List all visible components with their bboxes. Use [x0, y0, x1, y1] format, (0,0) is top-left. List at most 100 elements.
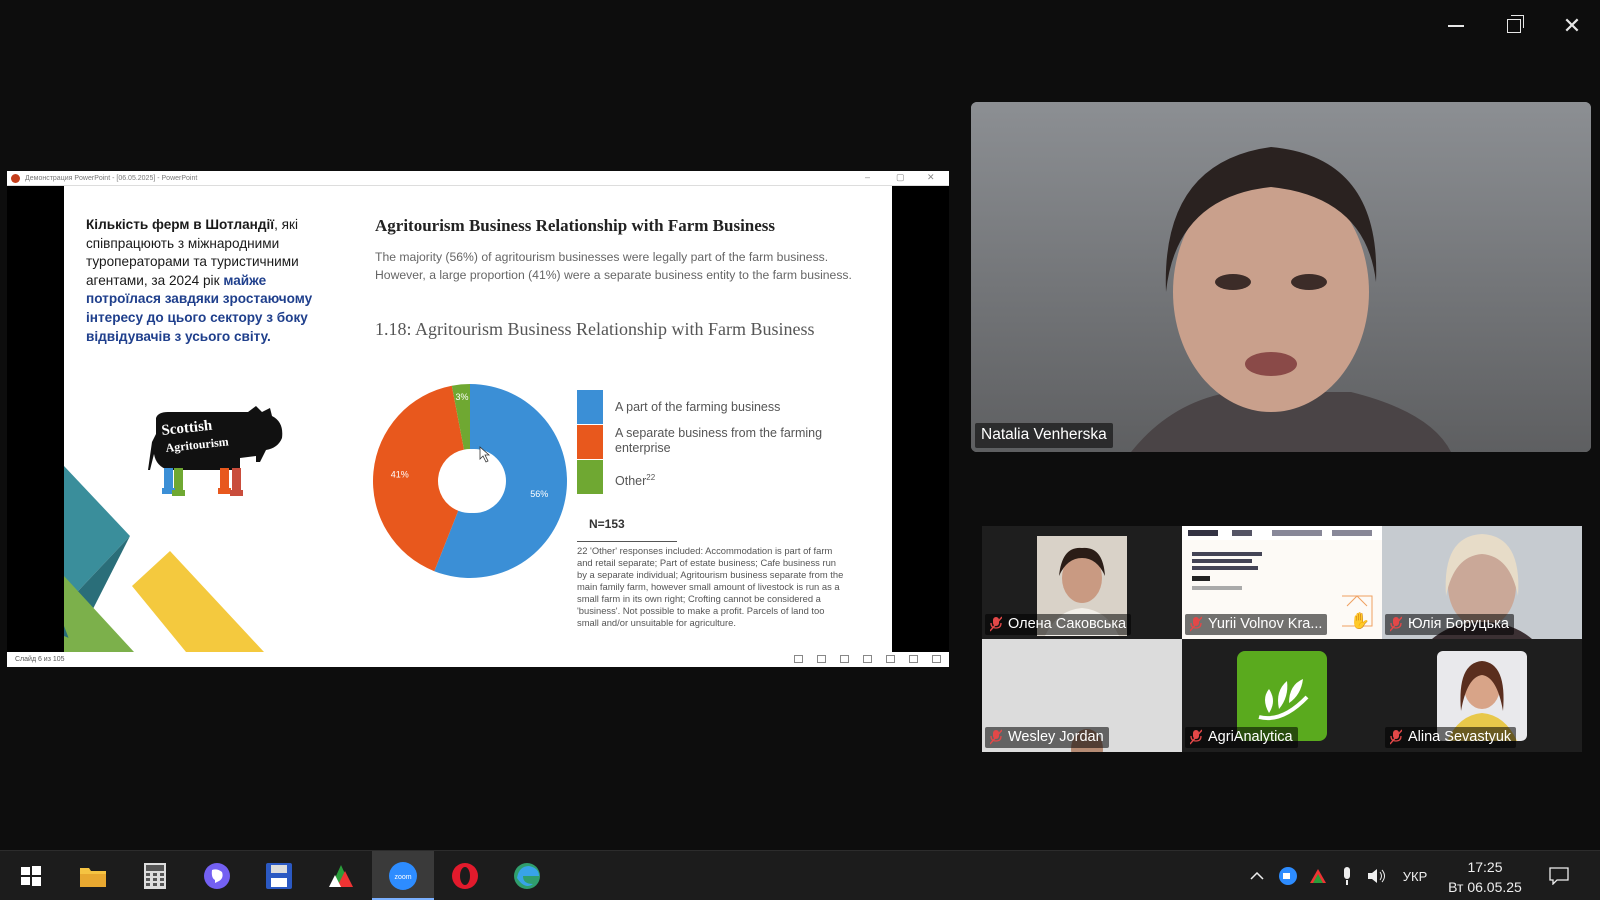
opera-icon [452, 863, 478, 889]
participant-tile[interactable]: Юлія Боруцька [1382, 526, 1582, 639]
powerpoint-icon [11, 173, 20, 183]
clock-time: 17:25 [1467, 859, 1503, 875]
close-button[interactable]: ✕ [1552, 12, 1592, 40]
donut-slice-label: 3% [456, 392, 469, 402]
participant-name: Yurii Volnov Kra... [1208, 616, 1323, 632]
edge-icon [514, 863, 540, 889]
active-speaker-video[interactable]: Natalia Venherska [971, 102, 1591, 452]
view-buttons [794, 655, 941, 663]
scottish-agritourism-logo: Scottish Agritourism [148, 406, 283, 496]
donut-slice-label: 41% [391, 469, 409, 479]
legend-swatch [577, 425, 603, 459]
ukrainian-text: Кількість ферм в Шотландії, які співпрац… [86, 216, 316, 346]
view-button[interactable] [886, 655, 895, 663]
presentation-slide: Кількість ферм в Шотландії, які співпрац… [64, 186, 892, 652]
slide-body-text: The majority (56%) of agritourism busine… [375, 250, 852, 282]
speaker-silhouette [1131, 147, 1451, 452]
opera-button[interactable] [434, 851, 496, 900]
legend-label: A separate business from the farming ent… [615, 426, 823, 455]
zoom-icon: zoom [389, 862, 417, 890]
tray-app-icon[interactable] [1306, 851, 1330, 900]
windows-taskbar: zoom УКР 17:25 Вт 06.05.25 [0, 850, 1600, 900]
view-button[interactable] [932, 655, 941, 663]
floppy-disk-icon [266, 863, 292, 889]
zoom-tray-icon[interactable] [1276, 851, 1300, 900]
slide-title: Agritourism Business Relationship with F… [375, 216, 776, 235]
windows-logo-icon [21, 866, 41, 886]
zoom-icon-label: zoom [394, 874, 411, 881]
restore-button[interactable] [1494, 12, 1534, 40]
participant-name-tag: AgriAnalytica [1185, 727, 1298, 748]
viber-icon [204, 863, 230, 889]
participant-tile[interactable]: Alina Sevastyuk [1382, 639, 1582, 752]
calculator-icon [144, 863, 166, 889]
view-button[interactable] [840, 655, 849, 663]
view-button[interactable] [794, 655, 803, 663]
start-button[interactable] [0, 851, 62, 900]
footnote: 22 'Other' responses included: Accommoda… [577, 545, 844, 628]
chart-legend: A part of the farming business A separat… [577, 390, 837, 495]
zoom-tray-badge-icon [1279, 867, 1297, 885]
taskbar-clock[interactable]: 17:25 Вт 06.05.25 [1440, 857, 1530, 897]
footnote-divider [577, 541, 677, 542]
muted-mic-icon [1190, 616, 1202, 632]
legend-label-text: Other [615, 474, 647, 489]
microphone-icon [1344, 867, 1350, 885]
muted-mic-icon [990, 616, 1002, 632]
file-explorer-button[interactable] [62, 851, 124, 900]
shared-screen[interactable]: Демонстрация PowerPoint - [06.05.2025] -… [7, 171, 949, 667]
participant-gallery: Олена Саковська Yurii Volnov Kra... ✋ Юл… [982, 526, 1582, 752]
raise-hand-icon: ✋ [1350, 613, 1370, 630]
chevron-up-icon [1250, 872, 1264, 880]
viber-button[interactable] [186, 851, 248, 900]
participant-name-tag: Yurii Volnov Kra... [1185, 614, 1328, 635]
participant-name: Alina Sevastyuk [1408, 729, 1512, 745]
calculator-button[interactable] [124, 851, 186, 900]
legend-item: Other22 [577, 460, 837, 495]
participant-tile[interactable]: Олена Саковська [982, 526, 1182, 639]
notification-icon [1549, 867, 1569, 885]
participant-name-tag: Alina Sevastyuk [1385, 727, 1517, 748]
participant-name-tag: Wesley Jordan [985, 727, 1109, 748]
participant-tile[interactable]: Wesley Jordan [982, 639, 1182, 752]
muted-mic-icon [1190, 729, 1202, 745]
input-language[interactable]: УКР [1396, 851, 1434, 900]
speaker-name-tag: Natalia Venherska [975, 423, 1113, 448]
participant-tile[interactable]: AgriAnalytica [1182, 639, 1382, 752]
participant-name: AgriAnalytica [1208, 729, 1293, 745]
clock-date: Вт 06.05.25 [1448, 879, 1522, 895]
tray-triangle-icon [1310, 869, 1326, 883]
legend-item: A separate business from the farming ent… [577, 425, 837, 460]
donut-slice-label: 56% [530, 489, 548, 499]
pp-minimize-icon[interactable]: – [865, 172, 870, 182]
muted-mic-icon [1390, 616, 1402, 632]
edge-button[interactable] [496, 851, 558, 900]
folder-icon [80, 868, 106, 887]
legend-label: A part of the farming business [615, 400, 781, 414]
volume-tray-icon[interactable] [1364, 851, 1390, 900]
participant-name-tag: Юлія Боруцька [1385, 614, 1514, 635]
legend-label: Other22 [615, 470, 835, 489]
participant-tile[interactable]: Yurii Volnov Kra... ✋ [1182, 526, 1382, 639]
participant-name: Олена Саковська [1008, 616, 1127, 632]
view-button[interactable] [817, 655, 826, 663]
notifications-button[interactable] [1542, 851, 1576, 900]
show-hidden-icons[interactable] [1246, 851, 1268, 900]
pp-restore-icon[interactable]: ▢ [896, 172, 905, 183]
pp-close-icon[interactable]: ✕ [927, 172, 935, 183]
minimize-button[interactable] [1436, 12, 1476, 40]
donut-hole [442, 449, 506, 513]
legend-swatch [577, 460, 603, 494]
legend-footnote-ref: 22 [646, 473, 656, 482]
media-app-button[interactable] [310, 851, 372, 900]
participant-name-tag: Олена Саковська [985, 614, 1132, 635]
view-button[interactable] [909, 655, 918, 663]
powerpoint-title: Демонстрация PowerPoint - [06.05.2025] -… [25, 174, 198, 182]
figure-title: 1.18: Agritourism Business Relationship … [375, 319, 815, 339]
zoom-taskbar-button[interactable]: zoom [372, 851, 434, 900]
save-app-button[interactable] [248, 851, 310, 900]
view-button[interactable] [863, 655, 872, 663]
speaker-volume-icon [1368, 869, 1385, 883]
powerpoint-title-bar: Демонстрация PowerPoint - [06.05.2025] -… [7, 171, 949, 186]
microphone-tray-icon[interactable] [1336, 851, 1358, 900]
